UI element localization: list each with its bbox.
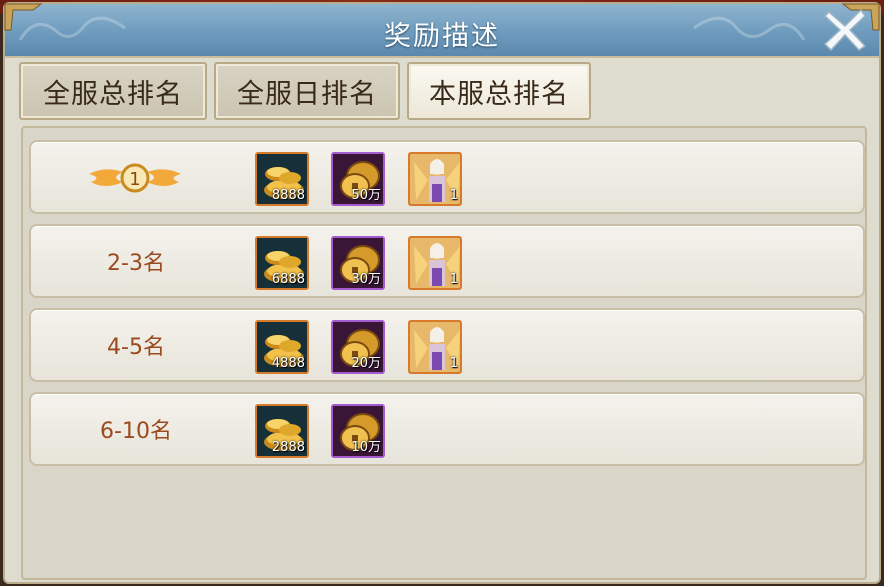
reward-list[interactable]: 1 8888 50万 1 2-3名 6888 30万 1 4-5名 4888 20万 1 6-10名 28… <box>21 126 867 580</box>
rank-label: 4-5名 <box>31 310 241 380</box>
title-bar: 奖励描述 <box>5 4 879 58</box>
reward-item-coin[interactable]: 50万 <box>331 152 385 206</box>
tab-label: 本服总排名 <box>429 78 569 110</box>
reward-item-coin[interactable]: 20万 <box>331 320 385 374</box>
reward-item-winged-hero[interactable]: 1 <box>408 320 462 374</box>
reward-dialog: 奖励描述 全服总排名 全服日排名 本服总排名 1 8888 50万 1 2-3名 6888… <box>3 2 881 584</box>
item-quantity: 4888 <box>271 356 305 371</box>
rank-label: 2-3名 <box>31 226 241 296</box>
item-quantity: 10万 <box>351 440 381 455</box>
reward-item-gold-ingot[interactable]: 6888 <box>255 236 309 290</box>
corner-ornament-icon <box>4 3 43 31</box>
rank-text: 2-3名 <box>107 251 165 276</box>
reward-row: 1 8888 50万 1 <box>29 140 865 214</box>
reward-item-gold-ingot[interactable]: 2888 <box>255 404 309 458</box>
reward-item-coin[interactable]: 10万 <box>331 404 385 458</box>
item-quantity: 50万 <box>351 188 381 203</box>
reward-item-winged-hero[interactable]: 1 <box>408 152 462 206</box>
reward-item-gold-ingot[interactable]: 8888 <box>255 152 309 206</box>
reward-row: 6-10名 2888 10万 <box>29 392 865 466</box>
rank-number: 1 <box>129 169 140 190</box>
item-quantity: 30万 <box>351 272 381 287</box>
reward-item-gold-ingot[interactable]: 4888 <box>255 320 309 374</box>
rank-label: 6-10名 <box>31 394 241 464</box>
item-quantity: 1 <box>449 356 458 371</box>
tab-global-daily-rank[interactable]: 全服日排名 <box>214 62 400 120</box>
tab-global-total-rank[interactable]: 全服总排名 <box>19 62 207 120</box>
item-quantity: 20万 <box>351 356 381 371</box>
rank-label: 1 <box>31 142 241 212</box>
reward-row: 2-3名 6888 30万 1 <box>29 224 865 298</box>
tab-server-total-rank[interactable]: 本服总排名 <box>407 62 591 120</box>
item-quantity: 8888 <box>271 188 305 203</box>
item-quantity: 1 <box>449 188 458 203</box>
item-quantity: 6888 <box>271 272 305 287</box>
rank-text: 4-5名 <box>107 335 165 360</box>
item-quantity: 2888 <box>271 440 305 455</box>
reward-item-coin[interactable]: 30万 <box>331 236 385 290</box>
rank-text: 6-10名 <box>100 419 172 444</box>
item-quantity: 1 <box>449 272 458 287</box>
reward-item-winged-hero[interactable]: 1 <box>408 236 462 290</box>
reward-row: 4-5名 4888 20万 1 <box>29 308 865 382</box>
close-icon[interactable] <box>821 6 869 54</box>
tab-label: 全服日排名 <box>237 78 377 110</box>
rank-medal-icon: 1 <box>89 163 181 193</box>
dialog-title: 奖励描述 <box>384 21 500 52</box>
tab-label: 全服总排名 <box>43 78 183 110</box>
